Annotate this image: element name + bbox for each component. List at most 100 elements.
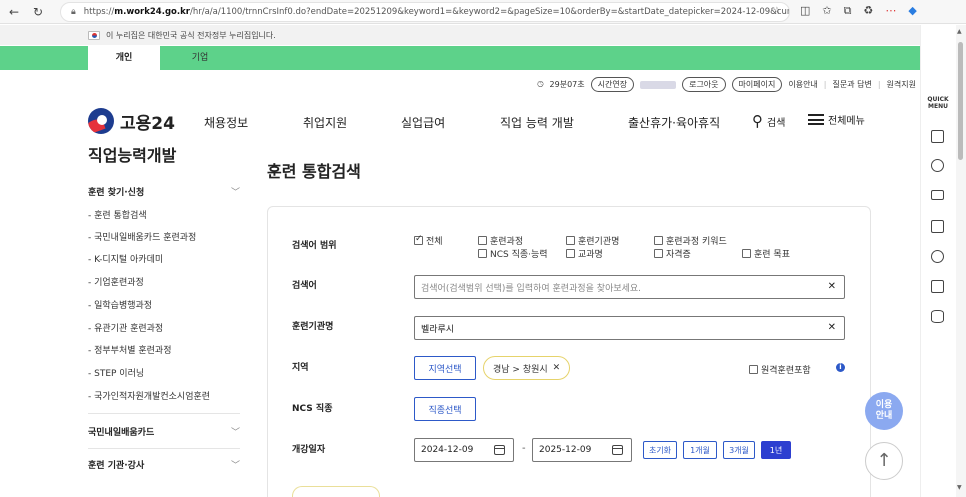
reload-icon[interactable]: ↻	[28, 5, 48, 19]
extensions-icon[interactable]: ♻	[863, 4, 873, 18]
sidebar-item-work-study[interactable]: - 일학습병행과정	[88, 298, 152, 311]
checkbox-checked-icon	[414, 234, 423, 245]
url-path: /hr/a/a/1100/trnnCrsInf0.do?endDate=2025…	[189, 7, 790, 17]
start-date-input[interactable]: 2024-12-09	[414, 438, 514, 462]
date-3month-button[interactable]: 3개월	[723, 441, 755, 459]
chevron-down-icon: ﹀	[230, 188, 240, 198]
scope-all-checkbox[interactable]: 전체	[414, 234, 443, 247]
quick-menu-label-line2: MENU	[928, 103, 948, 110]
sidebar-section-find-training[interactable]: 훈련 찾기·신청 ﹀	[88, 185, 240, 198]
sidebar-item-k-digital[interactable]: - K-디지털 아카데미	[88, 252, 163, 265]
info-icon[interactable]: i	[836, 363, 845, 372]
checkbox-icon	[749, 365, 758, 374]
scope-keyword-checkbox[interactable]: 훈련과정 키워드	[654, 234, 727, 247]
checkbox-label: 훈련기관명	[578, 237, 620, 247]
star-icon[interactable]: ☆	[773, 6, 781, 16]
ncs-select-button[interactable]: 직종선택	[414, 397, 476, 421]
site-logo[interactable]: 고용24	[88, 108, 175, 134]
header-search-button[interactable]: ⚲ 검색	[752, 112, 785, 130]
checkbox-icon	[654, 249, 663, 258]
calculator-icon[interactable]	[931, 280, 944, 293]
clear-icon[interactable]: ✕	[828, 322, 836, 333]
sidebar-item-step[interactable]: - STEP 이러닝	[88, 366, 144, 379]
message-icon[interactable]	[931, 220, 944, 233]
checkbox-label: 교과명	[578, 250, 603, 260]
sidebar-section-card[interactable]: 국민내일배움카드 ﹀	[88, 425, 240, 438]
gnb-skills-development[interactable]: 직업 능력 개발	[500, 114, 574, 131]
institution-input[interactable]: 벨라루시 ✕	[414, 316, 845, 340]
logo-icon	[88, 108, 114, 134]
partial-filter-chip[interactable]	[292, 486, 380, 497]
gnb-jobs[interactable]: 채용정보	[204, 114, 248, 131]
address-bar[interactable]: 🔒︎ https://m.work24.go.kr/hr/a/a/1100/tr…	[60, 2, 790, 22]
full-menu-button[interactable]: 전체메뉴	[808, 112, 865, 127]
sidebar-divider	[88, 448, 240, 449]
sidebar-section-institutions[interactable]: 훈련 기관·강사 ﹀	[88, 458, 240, 471]
calendar-icon[interactable]	[612, 445, 623, 455]
start-date-value: 2024-12-09	[421, 445, 474, 455]
mypage-button[interactable]: 마이페이지	[731, 77, 783, 92]
guide-link[interactable]: 이용안내	[788, 79, 817, 90]
monitor-icon[interactable]	[931, 190, 944, 200]
copilot-icon[interactable]: ◆	[908, 4, 916, 18]
tab-business[interactable]: 기업	[160, 46, 240, 70]
scope-certificate-checkbox[interactable]: 자격증	[654, 247, 691, 260]
sidebar-item-related-agencies[interactable]: - 유관기관 훈련과정	[88, 321, 163, 334]
remove-chip-icon[interactable]: ✕	[553, 363, 561, 373]
keyword-label: 검색어	[292, 281, 317, 291]
sidebar-item-integrated-search[interactable]: - 훈련 통합검색	[88, 208, 147, 221]
sidebar-section-label: 국민내일배움카드	[88, 428, 155, 438]
scope-goal-checkbox[interactable]: 훈련 목표	[742, 247, 790, 260]
calendar-icon[interactable]	[494, 445, 505, 455]
gnb-employment-support[interactable]: 취업지원	[303, 114, 347, 131]
scroll-top-button[interactable]: ↑	[865, 442, 903, 480]
usage-guide-button[interactable]: 이용 안내	[865, 392, 903, 430]
end-date-value: 2025-12-09	[539, 445, 592, 455]
date-1month-button[interactable]: 1개월	[683, 441, 717, 459]
logout-button[interactable]: 로그아웃	[682, 77, 726, 92]
checkbox-label: NCS 직종·능력	[490, 250, 548, 260]
document-icon[interactable]	[931, 130, 944, 143]
sidebar-item-card-courses[interactable]: - 국민내일배움카드 훈련과정	[88, 230, 196, 243]
scope-institution-checkbox[interactable]: 훈련기관명	[566, 234, 619, 247]
sidebar-item-consortium[interactable]: - 국가인적자원개발컨소시엄훈련	[88, 389, 210, 402]
remote-training-checkbox[interactable]: 원격훈련포함	[749, 363, 811, 376]
scope-course-checkbox[interactable]: 훈련과정	[478, 234, 523, 247]
date-1year-button[interactable]: 1년	[761, 441, 791, 459]
start-date-label: 개강일자	[292, 445, 326, 455]
gnb-parental-leave[interactable]: 출산휴가·육아휴직	[628, 114, 720, 131]
chat-icon[interactable]	[931, 159, 944, 172]
qna-link[interactable]: 질문과 답변	[833, 79, 872, 90]
logo-text: 고용24	[120, 113, 175, 134]
checkbox-icon	[566, 249, 575, 258]
scroll-up-icon[interactable]: ▲	[957, 28, 962, 35]
collections-icon[interactable]: ⧉	[844, 4, 852, 18]
favorites-icon[interactable]: ✩	[822, 4, 831, 18]
scroll-down-icon[interactable]: ▼	[957, 484, 962, 491]
extend-session-button[interactable]: 시간연장	[590, 77, 635, 92]
main-header: 고용24 채용정보 취업지원 실업급여 직업 능력 개발 출산휴가·육아휴직 ⚲…	[0, 104, 920, 138]
database-icon[interactable]	[931, 310, 944, 323]
chevron-down-icon: ﹀	[230, 428, 240, 438]
more-icon[interactable]: ⋯	[885, 4, 896, 18]
scrollbar-thumb[interactable]	[958, 42, 963, 160]
scope-subject-checkbox[interactable]: 교과명	[566, 247, 603, 260]
menu-label: 전체메뉴	[828, 116, 865, 127]
gnb-unemployment-benefits[interactable]: 실업급여	[401, 114, 445, 131]
split-screen-icon[interactable]: ◫	[800, 4, 810, 18]
tab-personal[interactable]: 개인	[88, 46, 160, 70]
date-reset-button[interactable]: 초기화	[643, 441, 677, 459]
clear-icon[interactable]: ✕	[828, 281, 836, 292]
divider: |	[877, 80, 881, 89]
smile-icon[interactable]	[931, 250, 944, 263]
clock-icon: 🕓︎	[537, 79, 544, 89]
scope-ncs-checkbox[interactable]: NCS 직종·능력	[478, 247, 548, 260]
sidebar-item-corporate[interactable]: - 기업훈련과정	[88, 275, 144, 288]
sidebar-item-ministries[interactable]: - 정부부처별 훈련과정	[88, 343, 172, 356]
back-icon[interactable]: ←	[4, 5, 24, 19]
sidebar-divider	[88, 413, 240, 414]
region-select-button[interactable]: 지역선택	[414, 356, 476, 380]
remote-support-link[interactable]: 원격지원	[887, 79, 916, 90]
end-date-input[interactable]: 2025-12-09	[532, 438, 632, 462]
keyword-input[interactable]: 검색어(검색범위 선택)를 입력하여 훈련과정을 찾아보세요. ✕	[414, 275, 845, 299]
